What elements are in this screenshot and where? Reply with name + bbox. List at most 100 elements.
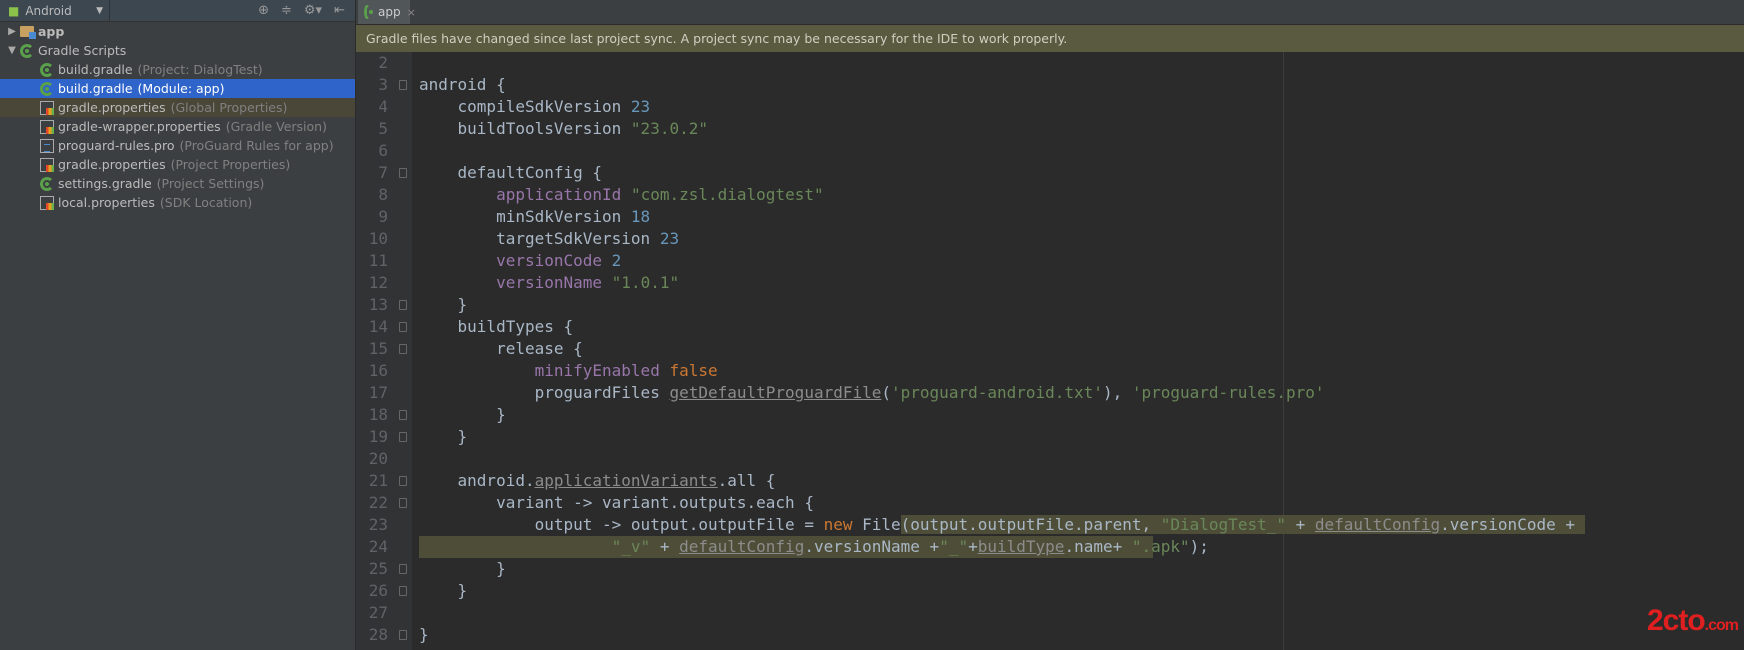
- code-token: proguardFiles: [419, 383, 670, 402]
- expand-arrow-icon[interactable]: ▼: [4, 45, 20, 56]
- code-line: 20: [356, 448, 1744, 470]
- tree-item[interactable]: gradle-wrapper.properties (Gradle Version…: [0, 117, 355, 136]
- line-number: 21: [368, 471, 388, 490]
- code-token: }: [419, 625, 429, 644]
- code-line: 19 }: [356, 426, 1744, 448]
- line-number: 20: [368, 449, 388, 468]
- tree-item[interactable]: gradle.properties (Global Properties): [0, 98, 355, 117]
- code-token: .name+: [1064, 537, 1132, 556]
- tree-item[interactable]: local.properties (SDK Location): [0, 193, 355, 212]
- fold-marker-icon[interactable]: [399, 300, 407, 310]
- properties-icon: [40, 157, 54, 172]
- line-number: 26: [368, 581, 388, 600]
- code-token: }: [419, 405, 506, 424]
- line-number: 6: [378, 141, 388, 160]
- code-line: 25 }: [356, 558, 1744, 580]
- gradle-icon: [40, 62, 54, 77]
- fold-marker-icon[interactable]: [399, 498, 407, 508]
- line-number: 15: [368, 339, 388, 358]
- code-token: (output.outputFile.parent,: [900, 515, 1161, 534]
- close-icon[interactable]: ×: [407, 6, 416, 19]
- fold-marker-icon[interactable]: [399, 586, 407, 596]
- scroll-from-source-icon[interactable]: ⊕: [258, 3, 269, 18]
- collapse-all-icon[interactable]: ≑: [281, 3, 292, 18]
- code-line: 23 output -> output.outputFile = new Fil…: [356, 514, 1744, 536]
- tree-item[interactable]: gradle.properties (Project Properties): [0, 155, 355, 174]
- code-token: File: [852, 515, 901, 534]
- code-token: +: [1285, 515, 1315, 534]
- hide-panel-icon[interactable]: ⇤: [334, 3, 345, 18]
- code-token: "23.0.2": [630, 119, 708, 138]
- code-token: defaultConfig: [679, 537, 805, 556]
- code-token: release {: [419, 339, 583, 358]
- line-number: 22: [368, 493, 388, 512]
- fold-marker-icon[interactable]: [399, 410, 407, 420]
- tree-item-hint: (Project Properties): [170, 157, 291, 172]
- line-number: 4: [378, 97, 388, 116]
- code-line: 15 release {: [356, 338, 1744, 360]
- code-token: }: [419, 295, 468, 314]
- line-number: 19: [368, 427, 388, 446]
- code-token: buildToolsVersion: [419, 119, 631, 138]
- properties-icon: [40, 100, 54, 115]
- fold-marker-icon[interactable]: [399, 80, 407, 90]
- fold-marker-icon[interactable]: [399, 322, 407, 332]
- code-token: variant -> variant.outputs.each {: [419, 493, 814, 512]
- expand-arrow-icon[interactable]: ▶: [4, 26, 20, 37]
- sync-notification-banner: Gradle files have changed since last pro…: [356, 25, 1744, 52]
- code-token: .all {: [717, 471, 776, 490]
- fold-marker-icon[interactable]: [399, 630, 407, 640]
- tree-item[interactable]: build.gradle (Project: DialogTest): [0, 60, 355, 79]
- tree-item[interactable]: ▼ Gradle Scripts: [0, 41, 355, 60]
- tree-item-hint: (Gradle Version): [225, 119, 327, 134]
- code-token: "_": [939, 537, 969, 556]
- code-token: targetSdkVersion: [419, 229, 660, 248]
- line-number: 12: [368, 273, 388, 292]
- tree-item-hint: (Global Properties): [170, 100, 288, 115]
- tree-item-label: local.properties: [58, 195, 155, 210]
- project-panel: ■ Android ▼ ⊕ ≑ ⚙▾ ⇤ ▶ app ▼ Gradle Scripts…: [0, 0, 356, 650]
- code-token: applicationVariants: [534, 471, 718, 490]
- code-token: +: [650, 537, 680, 556]
- fold-marker-icon[interactable]: [399, 432, 407, 442]
- properties-icon: [40, 195, 54, 210]
- tree-item-label: gradle.properties: [58, 100, 166, 115]
- tree-item-label: proguard-rules.pro: [58, 138, 175, 153]
- tree-item-hint: (Project: DialogTest): [137, 62, 263, 77]
- tree-item-label: build.gradle: [58, 62, 133, 77]
- tree-item-hint: (Project Settings): [156, 176, 265, 191]
- line-number: 8: [378, 185, 388, 204]
- tree-item-label: Gradle Scripts: [38, 43, 127, 58]
- code-line: 4 compileSdkVersion 23: [356, 96, 1744, 118]
- line-number: 10: [368, 229, 388, 248]
- code-line: 26 }: [356, 580, 1744, 602]
- fold-marker-icon[interactable]: [399, 476, 407, 486]
- code-token: (: [881, 383, 892, 402]
- gear-icon[interactable]: ⚙▾: [304, 3, 322, 18]
- line-number: 11: [368, 251, 388, 270]
- code-token: "DialogTest_": [1160, 515, 1286, 534]
- view-selector-dropdown[interactable]: ■ Android ▼: [0, 0, 110, 21]
- tree-item[interactable]: settings.gradle (Project Settings): [0, 174, 355, 193]
- code-editor[interactable]: 2 3 android {4 compileSdkVersion 23 5 build…: [356, 52, 1744, 650]
- line-number: 2: [378, 53, 388, 72]
- code-token: new: [823, 515, 853, 534]
- fold-marker-icon[interactable]: [399, 564, 407, 574]
- code-token: "1.0.1": [611, 273, 680, 292]
- fold-marker-icon[interactable]: [399, 168, 407, 178]
- tree-item-label: settings.gradle: [58, 176, 152, 191]
- tree-item[interactable]: build.gradle (Module: app): [0, 79, 355, 98]
- line-number: 9: [378, 207, 388, 226]
- tree-item[interactable]: proguard-rules.pro (ProGuard Rules for ap…: [0, 136, 355, 155]
- tab-app[interactable]: app ×: [358, 0, 416, 24]
- tree-item-label: gradle.properties: [58, 157, 166, 172]
- line-number: 3: [378, 75, 388, 94]
- fold-marker-icon[interactable]: [399, 344, 407, 354]
- code-token: ),: [1102, 383, 1132, 402]
- code-token: applicationId: [496, 185, 622, 204]
- tree-item[interactable]: ▶ app: [0, 22, 355, 41]
